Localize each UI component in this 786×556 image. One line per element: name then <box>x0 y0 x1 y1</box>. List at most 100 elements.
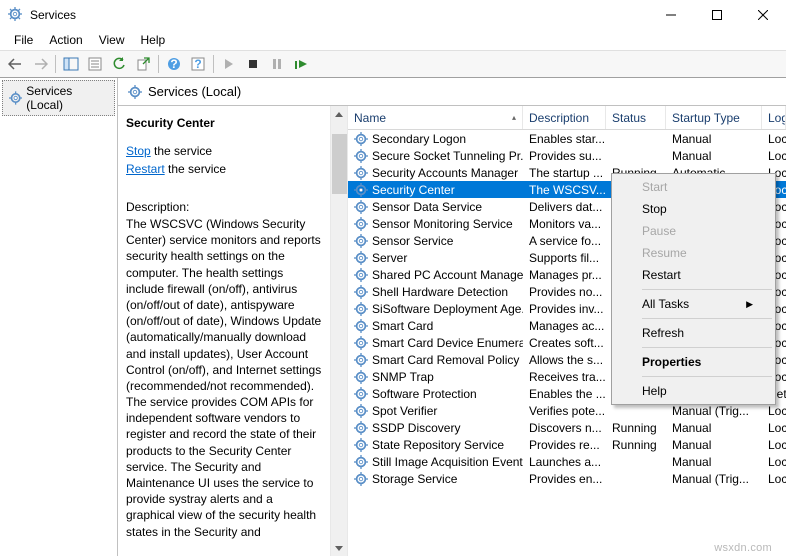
column-status[interactable]: Status <box>606 106 666 129</box>
description-label: Description: <box>126 200 322 214</box>
close-button[interactable] <box>740 0 786 30</box>
title-bar: Services <box>0 0 786 30</box>
gear-icon <box>354 387 368 401</box>
cm-stop[interactable]: Stop <box>614 198 773 220</box>
cell-name: Storage Service <box>348 472 523 486</box>
column-description[interactable]: Description <box>523 106 606 129</box>
restart-link[interactable]: Restart <box>126 162 165 176</box>
show-hide-tree-button[interactable] <box>59 53 83 75</box>
menu-view[interactable]: View <box>91 31 133 49</box>
cell-logon: Loc <box>762 472 786 486</box>
detail-service-name: Security Center <box>126 116 322 130</box>
column-name[interactable]: Name▴ <box>348 106 523 129</box>
forward-button[interactable] <box>28 53 52 75</box>
gear-icon <box>128 85 142 99</box>
scroll-thumb[interactable] <box>332 134 347 194</box>
cm-restart[interactable]: Restart <box>614 264 773 286</box>
cell-startup: Manual (Trig... <box>666 404 762 418</box>
menu-action[interactable]: Action <box>41 31 90 49</box>
scroll-up-button[interactable] <box>331 106 347 123</box>
tree-node-services-local[interactable]: Services (Local) <box>2 80 115 116</box>
cell-desc: Discovers n... <box>523 421 606 435</box>
cell-desc: Provides su... <box>523 149 606 163</box>
restart-service-button[interactable] <box>289 53 313 75</box>
column-startup-type[interactable]: Startup Type <box>666 106 762 129</box>
cell-desc: Verifies pote... <box>523 404 606 418</box>
cell-desc: The startup ... <box>523 166 606 180</box>
cell-name: Software Protection <box>348 387 523 401</box>
stop-suffix: the service <box>151 144 212 158</box>
maximize-button[interactable] <box>694 0 740 30</box>
cell-desc: Provides en... <box>523 472 606 486</box>
cell-name: SSDP Discovery <box>348 421 523 435</box>
cell-name: Security Center <box>348 183 523 197</box>
cell-name: SNMP Trap <box>348 370 523 384</box>
table-row[interactable]: Secondary LogonEnables star...ManualLoc <box>348 130 786 147</box>
help2-button[interactable]: ? <box>186 53 210 75</box>
refresh-button[interactable] <box>107 53 131 75</box>
vertical-scrollbar[interactable] <box>331 106 348 556</box>
svg-text:?: ? <box>170 57 177 71</box>
minimize-button[interactable] <box>648 0 694 30</box>
cell-startup: Manual <box>666 149 762 163</box>
gear-icon <box>354 149 368 163</box>
gear-icon <box>354 370 368 384</box>
cm-refresh[interactable]: Refresh <box>614 322 773 344</box>
pause-service-button[interactable] <box>265 53 289 75</box>
cell-desc: The WSCSV... <box>523 183 606 197</box>
cm-help[interactable]: Help <box>614 380 773 402</box>
start-service-button[interactable] <box>217 53 241 75</box>
cell-name: Security Accounts Manager <box>348 166 523 180</box>
gear-icon <box>354 234 368 248</box>
gear-icon <box>354 268 368 282</box>
cell-startup: Manual <box>666 421 762 435</box>
cell-startup: Manual <box>666 438 762 452</box>
cell-desc: Manages ac... <box>523 319 606 333</box>
gear-icon <box>354 251 368 265</box>
cell-desc: Enables the ... <box>523 387 606 401</box>
stop-service-button[interactable] <box>241 53 265 75</box>
cm-all-tasks[interactable]: All Tasks▶ <box>614 293 773 315</box>
right-pane: Services (Local) Security Center Stop th… <box>118 78 786 556</box>
gear-icon <box>354 472 368 486</box>
help-button[interactable]: ? <box>162 53 186 75</box>
menu-file[interactable]: File <box>6 31 41 49</box>
table-row[interactable]: Still Image Acquisition EventsLaunches a… <box>348 453 786 470</box>
table-row[interactable]: Secure Socket Tunneling Pr...Provides su… <box>348 147 786 164</box>
gear-icon <box>354 217 368 231</box>
cell-name: Secure Socket Tunneling Pr... <box>348 149 523 163</box>
cell-startup: Manual (Trig... <box>666 472 762 486</box>
chevron-right-icon: ▶ <box>746 299 753 310</box>
gear-icon <box>354 132 368 146</box>
cell-startup: Manual <box>666 455 762 469</box>
menu-bar: File Action View Help <box>0 30 786 50</box>
properties-toolbar-button[interactable] <box>83 53 107 75</box>
cell-logon: Loc <box>762 404 786 418</box>
pane-header: Services (Local) <box>118 78 786 106</box>
svg-text:?: ? <box>194 57 201 71</box>
table-row[interactable]: State Repository ServiceProvides re...Ru… <box>348 436 786 453</box>
back-button[interactable] <box>4 53 28 75</box>
export-button[interactable] <box>131 53 155 75</box>
cell-name: Shell Hardware Detection <box>348 285 523 299</box>
cm-properties[interactable]: Properties <box>614 351 773 373</box>
column-logon[interactable]: Log <box>762 106 786 129</box>
cell-name: Sensor Service <box>348 234 523 248</box>
scroll-down-button[interactable] <box>331 539 347 556</box>
cell-status: Running <box>606 421 666 435</box>
tree-node-label: Services (Local) <box>26 84 108 112</box>
gear-icon <box>354 319 368 333</box>
cell-name: Secondary Logon <box>348 132 523 146</box>
stop-link[interactable]: Stop <box>126 144 151 158</box>
cell-logon: Loc <box>762 132 786 146</box>
cm-resume: Resume <box>614 242 773 264</box>
cell-desc: Launches a... <box>523 455 606 469</box>
table-row[interactable]: SSDP DiscoveryDiscovers n...RunningManua… <box>348 419 786 436</box>
cell-name: Spot Verifier <box>348 404 523 418</box>
cell-desc: Provides no... <box>523 285 606 299</box>
description-text: The WSCSVC (Windows Security Center) ser… <box>126 216 322 540</box>
table-row[interactable]: Storage ServiceProvides en... Manual (Tri… <box>348 470 786 487</box>
detail-panel: Security Center Stop the service Restart… <box>118 106 330 556</box>
menu-help[interactable]: Help <box>133 31 174 49</box>
cell-name: SiSoftware Deployment Age... <box>348 302 523 316</box>
